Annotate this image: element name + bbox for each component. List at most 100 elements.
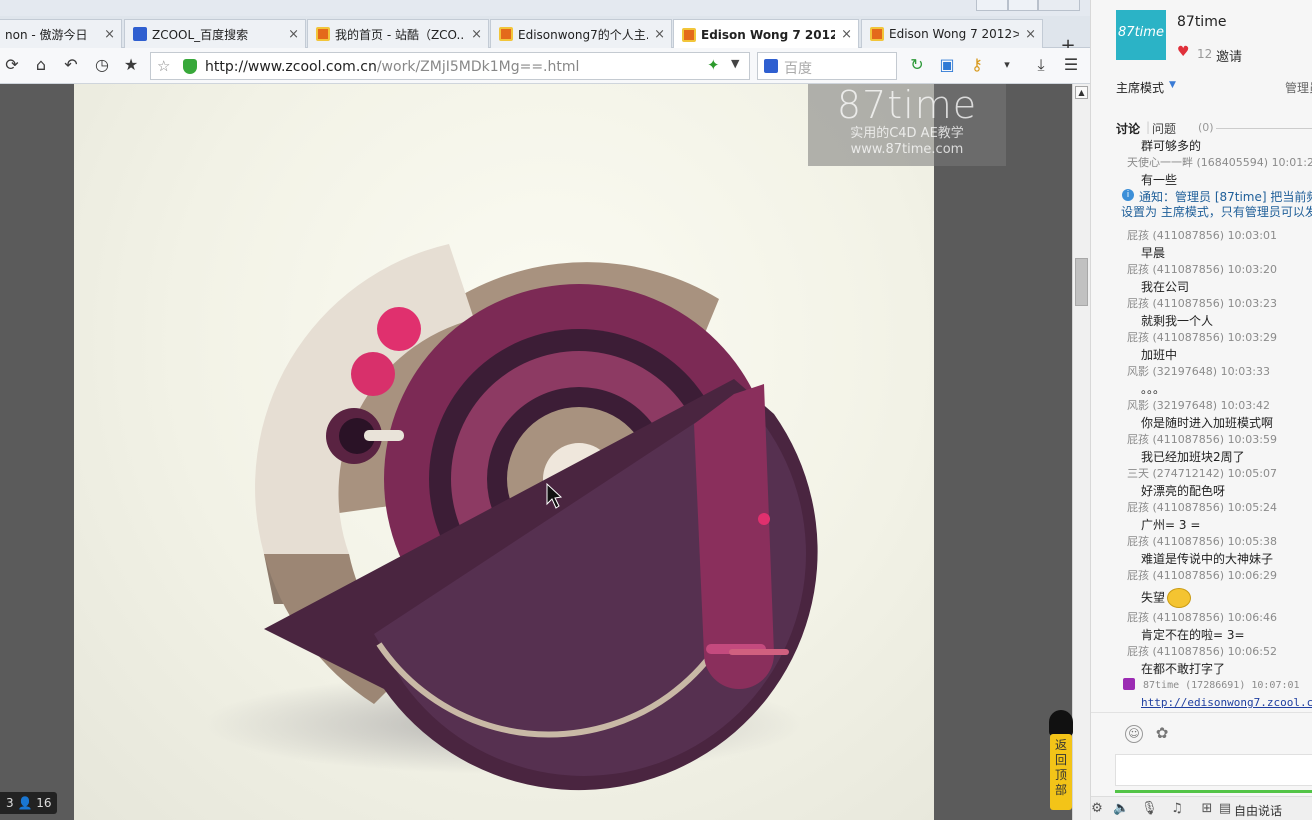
zcool-icon — [499, 27, 513, 41]
history-icon[interactable]: ◷ — [91, 54, 113, 76]
tab-title: non - 傲游今日 — [5, 27, 88, 42]
message-meta: 屁孩 (411087856) 10:03:01 — [1127, 229, 1277, 242]
speaker-icon[interactable]: 🔈 — [1113, 801, 1129, 817]
vertical-scrollbar[interactable]: ▲ — [1072, 84, 1090, 820]
message-meta: 屁孩 (411087856) 10:06:52 — [1127, 645, 1277, 658]
tab-edison-wong[interactable]: Edison Wong 7 2012>2... × — [861, 19, 1043, 48]
microphone-icon[interactable]: 🎙 — [1141, 801, 1158, 817]
menu-icon[interactable]: ☰ — [1060, 54, 1082, 76]
window-titlebar — [0, 0, 1090, 16]
scrollbar-thumb[interactable] — [1075, 258, 1088, 306]
bookmark-star-icon[interactable]: ☆ — [157, 57, 170, 75]
key-icon[interactable]: ⚷ — [966, 54, 988, 76]
close-icon[interactable]: × — [654, 27, 665, 42]
minimize-button[interactable] — [976, 0, 1008, 11]
refresh-icon[interactable]: ⟳ — [1, 54, 23, 76]
zcool-icon — [682, 27, 696, 42]
browser-window: non - 傲游今日 × ZCOOL_百度搜索 × 我的首页 - 站酷（ZCO.… — [0, 0, 1090, 820]
message-text: 好漂亮的配色呀 — [1141, 484, 1226, 498]
home-icon[interactable]: ⌂ — [30, 54, 52, 76]
music-icon[interactable]: ♫ — [1169, 801, 1185, 817]
search-box[interactable]: 百度 — [757, 52, 897, 80]
message-text: 我在公司 — [1141, 280, 1190, 294]
room-logo: 87time — [1116, 10, 1166, 60]
refresh-green-icon[interactable]: ↻ — [906, 54, 928, 76]
go-icon[interactable]: ✦ — [707, 56, 720, 74]
address-bar[interactable]: ☆ http://www.zcool.com.cn/work/ZMjI5MDk1… — [150, 52, 750, 80]
message-meta: 屁孩 (411087856) 10:03:59 — [1127, 433, 1277, 446]
undo-icon[interactable]: ↶ — [60, 54, 82, 76]
message-text: 你是随时进入加班模式啊 — [1141, 416, 1274, 430]
circular-sculpture-render — [204, 244, 818, 791]
mixer-icon[interactable]: ⊞ — [1199, 801, 1215, 817]
close-window-button[interactable] — [1038, 0, 1080, 11]
artwork-image — [74, 84, 934, 820]
settings-icon[interactable]: ⚙ — [1091, 801, 1105, 817]
message-text: 难道是传说中的大神妹子 — [1141, 552, 1274, 566]
close-icon[interactable]: × — [1025, 27, 1036, 42]
close-icon[interactable]: × — [471, 27, 482, 42]
message-meta: 风影 (32197648) 10:03:33 — [1127, 365, 1270, 378]
chevron-down-icon[interactable]: ▼ — [731, 57, 739, 70]
favorites-icon[interactable]: ★ — [120, 54, 142, 76]
baidu-icon[interactable] — [764, 59, 778, 73]
message-text: 加班中 — [1141, 348, 1178, 362]
tab-title: 我的首页 - 站酷（ZCO... — [335, 27, 466, 42]
url-host: http://www.zcool.com.cn — [205, 59, 377, 75]
info-icon: i — [1122, 189, 1134, 201]
page-viewport: 87time 实用的C4D AE教学 www.87time.com 3 👤 16 — [0, 84, 1072, 820]
message-text: 。。。 — [1141, 382, 1166, 396]
emoji-icon[interactable]: ☺ — [1125, 725, 1143, 743]
tab-edison-wong-active[interactable]: Edison Wong 7 2012>2... × — [673, 19, 859, 49]
chevron-down-icon[interactable]: ▼ — [1169, 80, 1176, 90]
admin-link[interactable]: 管理员 — [1285, 79, 1312, 96]
tab-maxthon-today[interactable]: non - 傲游今日 × — [0, 19, 122, 48]
flower-icon[interactable]: ✿ — [1153, 725, 1171, 743]
tab-edisonwong7-profile[interactable]: Edisonwong7的个人主... × — [490, 19, 672, 48]
message-text-content: 失望 — [1141, 590, 1166, 605]
message-meta: 风影 (32197648) 10:03:42 — [1127, 399, 1270, 412]
search-input[interactable]: 百度 — [784, 58, 812, 78]
voice-toolbar: ⚙ 🔈 🎙 ♫ ⊞ ▤ 自由说话 — [1091, 796, 1312, 820]
watermark-logo: 87time — [836, 84, 978, 127]
tab-my-homepage[interactable]: 我的首页 - 站酷（ZCO... × — [307, 19, 489, 48]
message-text: 在都不敢打字了 — [1141, 662, 1226, 676]
close-icon[interactable]: × — [104, 27, 115, 42]
message-list[interactable]: 群可够多的 天使心一一畔 (168405594) 10:01:2 有一些 i 通… — [1091, 134, 1312, 710]
viewer-count-badge: 3 👤 16 — [0, 792, 58, 814]
translate-icon[interactable]: ▣ — [936, 54, 958, 76]
message-meta: 屁孩 (411087856) 10:03:29 — [1127, 331, 1277, 344]
mode-selector[interactable]: 主席模式 — [1116, 79, 1164, 96]
zcool-icon — [316, 27, 330, 41]
room-name: 87time — [1177, 14, 1227, 30]
message-meta: 屁孩 (411087856) 10:05:24 — [1127, 501, 1277, 514]
maximize-button[interactable] — [1008, 0, 1038, 11]
question-count: (0) — [1198, 121, 1214, 134]
message-link[interactable]: http://edisonwong7.zcool.com.c — [1141, 696, 1312, 709]
close-icon[interactable]: × — [841, 27, 852, 42]
free-talk-button[interactable]: 自由说话 — [1234, 802, 1282, 819]
more-icon[interactable]: ▾ — [996, 54, 1018, 76]
message-text: 肯定不在的啦= 3= — [1141, 628, 1245, 642]
tab-title: ZCOOL_百度搜索 — [152, 27, 249, 42]
back-to-top-label: 返回顶部 — [1050, 734, 1072, 810]
scroll-up-arrow-icon[interactable]: ▲ — [1075, 86, 1088, 99]
message-meta: 屁孩 (411087856) 10:03:20 — [1127, 263, 1277, 276]
download-icon[interactable]: ⤓ — [1030, 54, 1052, 76]
message-meta: 屁孩 (411087856) 10:06:46 — [1127, 611, 1277, 624]
baidu-icon — [133, 27, 147, 41]
tab-title: Edisonwong7的个人主... — [518, 27, 649, 42]
tab-baidu-search[interactable]: ZCOOL_百度搜索 × — [124, 19, 306, 48]
disappointed-emoji-icon — [1167, 588, 1192, 608]
url-text[interactable]: http://www.zcool.com.cn/work/ZMjI5MDk1Mg… — [205, 59, 579, 75]
chat-panel: 87time 87time ♥ 12 邀请 主席模式 ▼ 管理员 讨论 | 问题… — [1090, 0, 1312, 820]
heart-icon[interactable]: ♥ — [1177, 44, 1190, 60]
message-text: 失望 — [1141, 588, 1192, 608]
free-talk-icon[interactable]: ▤ — [1217, 801, 1233, 817]
chat-input[interactable] — [1115, 754, 1312, 786]
url-path: /work/ZMjI5MDk1Mg==.html — [376, 59, 580, 75]
watermark-tagline: 实用的C4D AE教学 — [850, 126, 964, 141]
close-icon[interactable]: × — [288, 27, 299, 42]
invite-button[interactable]: 邀请 — [1216, 46, 1242, 65]
back-to-top-button[interactable]: 返回顶部 — [1049, 710, 1073, 810]
